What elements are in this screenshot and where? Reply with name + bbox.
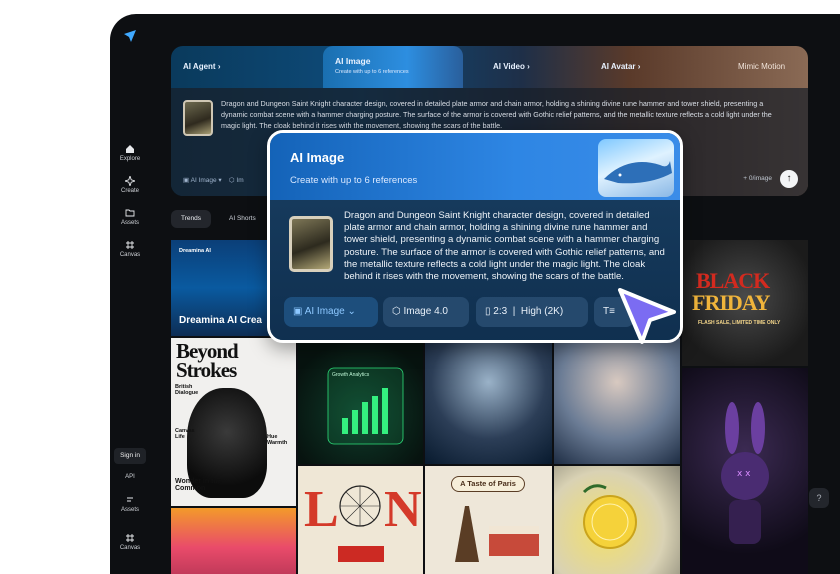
callout-artwork: [598, 139, 674, 197]
arrow-up-icon: ↑: [786, 173, 792, 184]
brand-label: Dreamina AI: [179, 248, 211, 254]
card-label: Growth Analytics: [332, 372, 370, 378]
gallery-card-black-friday[interactable]: BLACK FRIDAY FLASH SALE, LIMITED TIME ON…: [682, 240, 808, 366]
tab-ai-shorts[interactable]: AI Shorts: [219, 210, 266, 228]
sidebar-item-assets-bottom[interactable]: Assets: [110, 495, 150, 513]
tab-mimic-motion[interactable]: Mimic Motion: [738, 46, 785, 88]
chevron-down-icon: ⌄: [347, 306, 356, 317]
model-dropdown[interactable]: ⬡ Image 4.0: [383, 297, 469, 327]
svg-text:x x: x x: [737, 469, 751, 479]
tagline: FLASH SALE, LIMITED TIME ONLY: [698, 320, 781, 326]
image-mode-icon: ▣: [293, 306, 303, 317]
image-mode-icon: ▣: [183, 177, 190, 184]
gallery-card-robot-rabbit[interactable]: x x: [682, 368, 808, 574]
gallery-card-paris[interactable]: A Taste of Paris: [425, 466, 552, 574]
gallery-card-growth-analytics[interactable]: Growth Analytics: [298, 338, 423, 464]
gallery-card-party[interactable]: [171, 508, 296, 574]
question-icon: ?: [816, 493, 822, 503]
help-button[interactable]: ?: [809, 488, 829, 508]
grid-icon: [126, 534, 134, 542]
model-label: Image 4.0: [403, 306, 448, 317]
bar-chart-illustration: [327, 367, 404, 445]
grid-icon: [126, 241, 134, 249]
phone-ratio-icon: ▯: [485, 306, 491, 317]
london-letter-n: N: [384, 481, 422, 538]
quality-label: High (2K): [520, 306, 564, 317]
tab-ai-agent[interactable]: AI Agent ›: [183, 46, 220, 88]
pointer-cursor-icon: [618, 288, 676, 344]
model-label: Im: [236, 177, 244, 184]
card-caption: Dreamina AI Crea: [179, 315, 262, 326]
sidebar-item-create[interactable]: Create: [110, 176, 150, 194]
folder-icon: [125, 209, 135, 217]
card-subtitle: Wonder in the Common: [175, 478, 222, 492]
reference-thumbnail[interactable]: [289, 216, 333, 272]
tab-ai-image[interactable]: AI Image Create with up to 6 references: [323, 46, 463, 88]
ratio-label: 2:3: [493, 306, 508, 317]
tab-ai-avatar[interactable]: AI Avatar ›: [601, 46, 640, 88]
callout-subtitle: Create with up to 6 references: [290, 175, 418, 186]
card-subtitle: Hue Warmth: [267, 434, 288, 446]
card-subtitle: Canvas Life: [175, 428, 195, 440]
lemon-illustration: [582, 484, 637, 549]
tab-label: AI Video: [493, 62, 525, 71]
eiffel-tower-illustration: [455, 506, 539, 562]
sidebar: Explore Create Assets Canvas Sign in API…: [110, 14, 150, 574]
gallery-card-portrait-pale[interactable]: [554, 338, 680, 464]
prompt-text[interactable]: Dragon and Dungeon Saint Knight characte…: [221, 98, 781, 131]
sparkle-icon: [125, 176, 135, 186]
mode-label: AI Image: [190, 177, 217, 184]
callout-header: AI Image Create with up to 6 references: [270, 133, 680, 200]
reference-thumbnail[interactable]: [183, 100, 213, 136]
sign-in-button[interactable]: Sign in: [114, 448, 146, 464]
sidebar-item-api[interactable]: API: [110, 474, 150, 480]
sidebar-item-canvas-bottom[interactable]: Canvas: [110, 533, 150, 551]
sidebar-item-label: Canvas: [119, 545, 141, 551]
tab-ai-video[interactable]: AI Video ›: [493, 46, 530, 88]
mode-dropdown[interactable]: ▣ AI Image ⌄: [284, 297, 378, 327]
send-button[interactable]: ↑: [780, 170, 798, 188]
dreamina-logo-icon[interactable]: [122, 28, 138, 44]
sidebar-item-canvas[interactable]: Canvas: [110, 240, 150, 258]
tab-sublabel: Create with up to 6 references: [335, 69, 409, 75]
tab-label: AI Agent: [183, 62, 216, 71]
home-icon: [126, 145, 134, 153]
whale-illustration: [604, 161, 672, 184]
tab-label: AI Avatar: [601, 62, 636, 71]
sidebar-item-label: Explore: [119, 156, 141, 162]
menu-icon: [127, 497, 133, 502]
card-subtitle: British Dialogue: [175, 384, 199, 396]
reference-count: + 0/image: [743, 175, 772, 182]
callout-title: AI Image: [290, 150, 345, 165]
gallery-card-portrait-blue[interactable]: [425, 338, 552, 464]
ratio-quality-dropdown[interactable]: ▯ 2:3 | High (2K): [476, 297, 588, 327]
prompt-text[interactable]: Dragon and Dungeon Saint Knight characte…: [344, 210, 666, 283]
mode-label: AI Image: [304, 306, 345, 317]
mode-selector[interactable]: ▣ AI Image ▾ ⬡ Im: [183, 176, 244, 184]
sidebar-item-label: Assets: [120, 507, 139, 513]
gallery-card-london[interactable]: L N: [298, 466, 423, 574]
sidebar-item-assets[interactable]: Assets: [110, 208, 150, 226]
rabbit-illustration: x x: [721, 402, 769, 544]
tab-label: AI Image: [335, 56, 371, 66]
sidebar-item-label: Create: [120, 188, 139, 194]
sidebar-item-label: Canvas: [119, 252, 141, 258]
card-title: Beyond Strokes: [176, 339, 239, 382]
gallery-card-lemon[interactable]: [554, 466, 680, 574]
cube-icon: ⬡: [392, 306, 401, 317]
tool-tabs: AI Agent › AI Image Create with up to 6 …: [171, 46, 808, 88]
headline: FRIDAY: [692, 290, 771, 315]
sidebar-item-label: Assets: [120, 220, 139, 226]
tab-label: Mimic Motion: [738, 62, 786, 71]
sidebar-item-explore[interactable]: Explore: [110, 144, 150, 162]
cube-icon: ⬡: [228, 177, 235, 184]
tab-trends[interactable]: Trends: [171, 210, 211, 228]
gallery-card-beyond-strokes[interactable]: Beyond Strokes British Dialogue Hue Warm…: [171, 338, 296, 506]
